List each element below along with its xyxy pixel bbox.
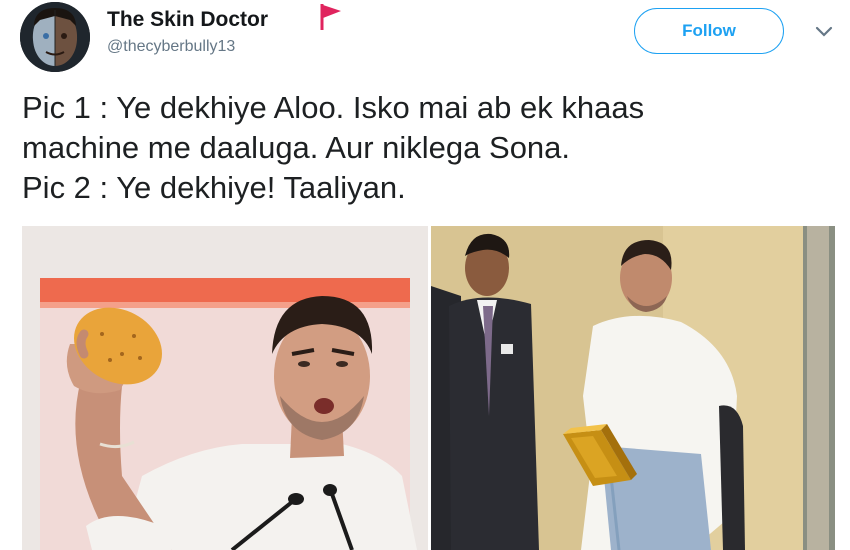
- user-display-name[interactable]: The Skin Doctor: [107, 8, 268, 32]
- red-flag-icon: [320, 4, 341, 30]
- user-handle[interactable]: @thecyberbully13: [107, 38, 235, 56]
- tweet-text-line: Pic 1 : Ye dekhiye Aloo. Isko mai ab ek …: [22, 90, 645, 125]
- tweet-text-line: machine me daaluga. Aur niklega Sona.: [22, 130, 571, 165]
- avatar[interactable]: [20, 2, 90, 72]
- avatar-half-face-icon: [20, 2, 90, 72]
- photo-man-with-gold-bar[interactable]: [431, 226, 835, 550]
- photo-man-holding-potato[interactable]: [22, 226, 428, 550]
- tweet-text: Pic 1 : Ye dekhiye Aloo. Isko mai ab ek …: [22, 88, 842, 208]
- tweet-text-line: Pic 2 : Ye dekhiye! Taaliyan.: [22, 170, 406, 205]
- chevron-down-icon[interactable]: [815, 26, 833, 38]
- follow-button[interactable]: Follow: [634, 8, 784, 54]
